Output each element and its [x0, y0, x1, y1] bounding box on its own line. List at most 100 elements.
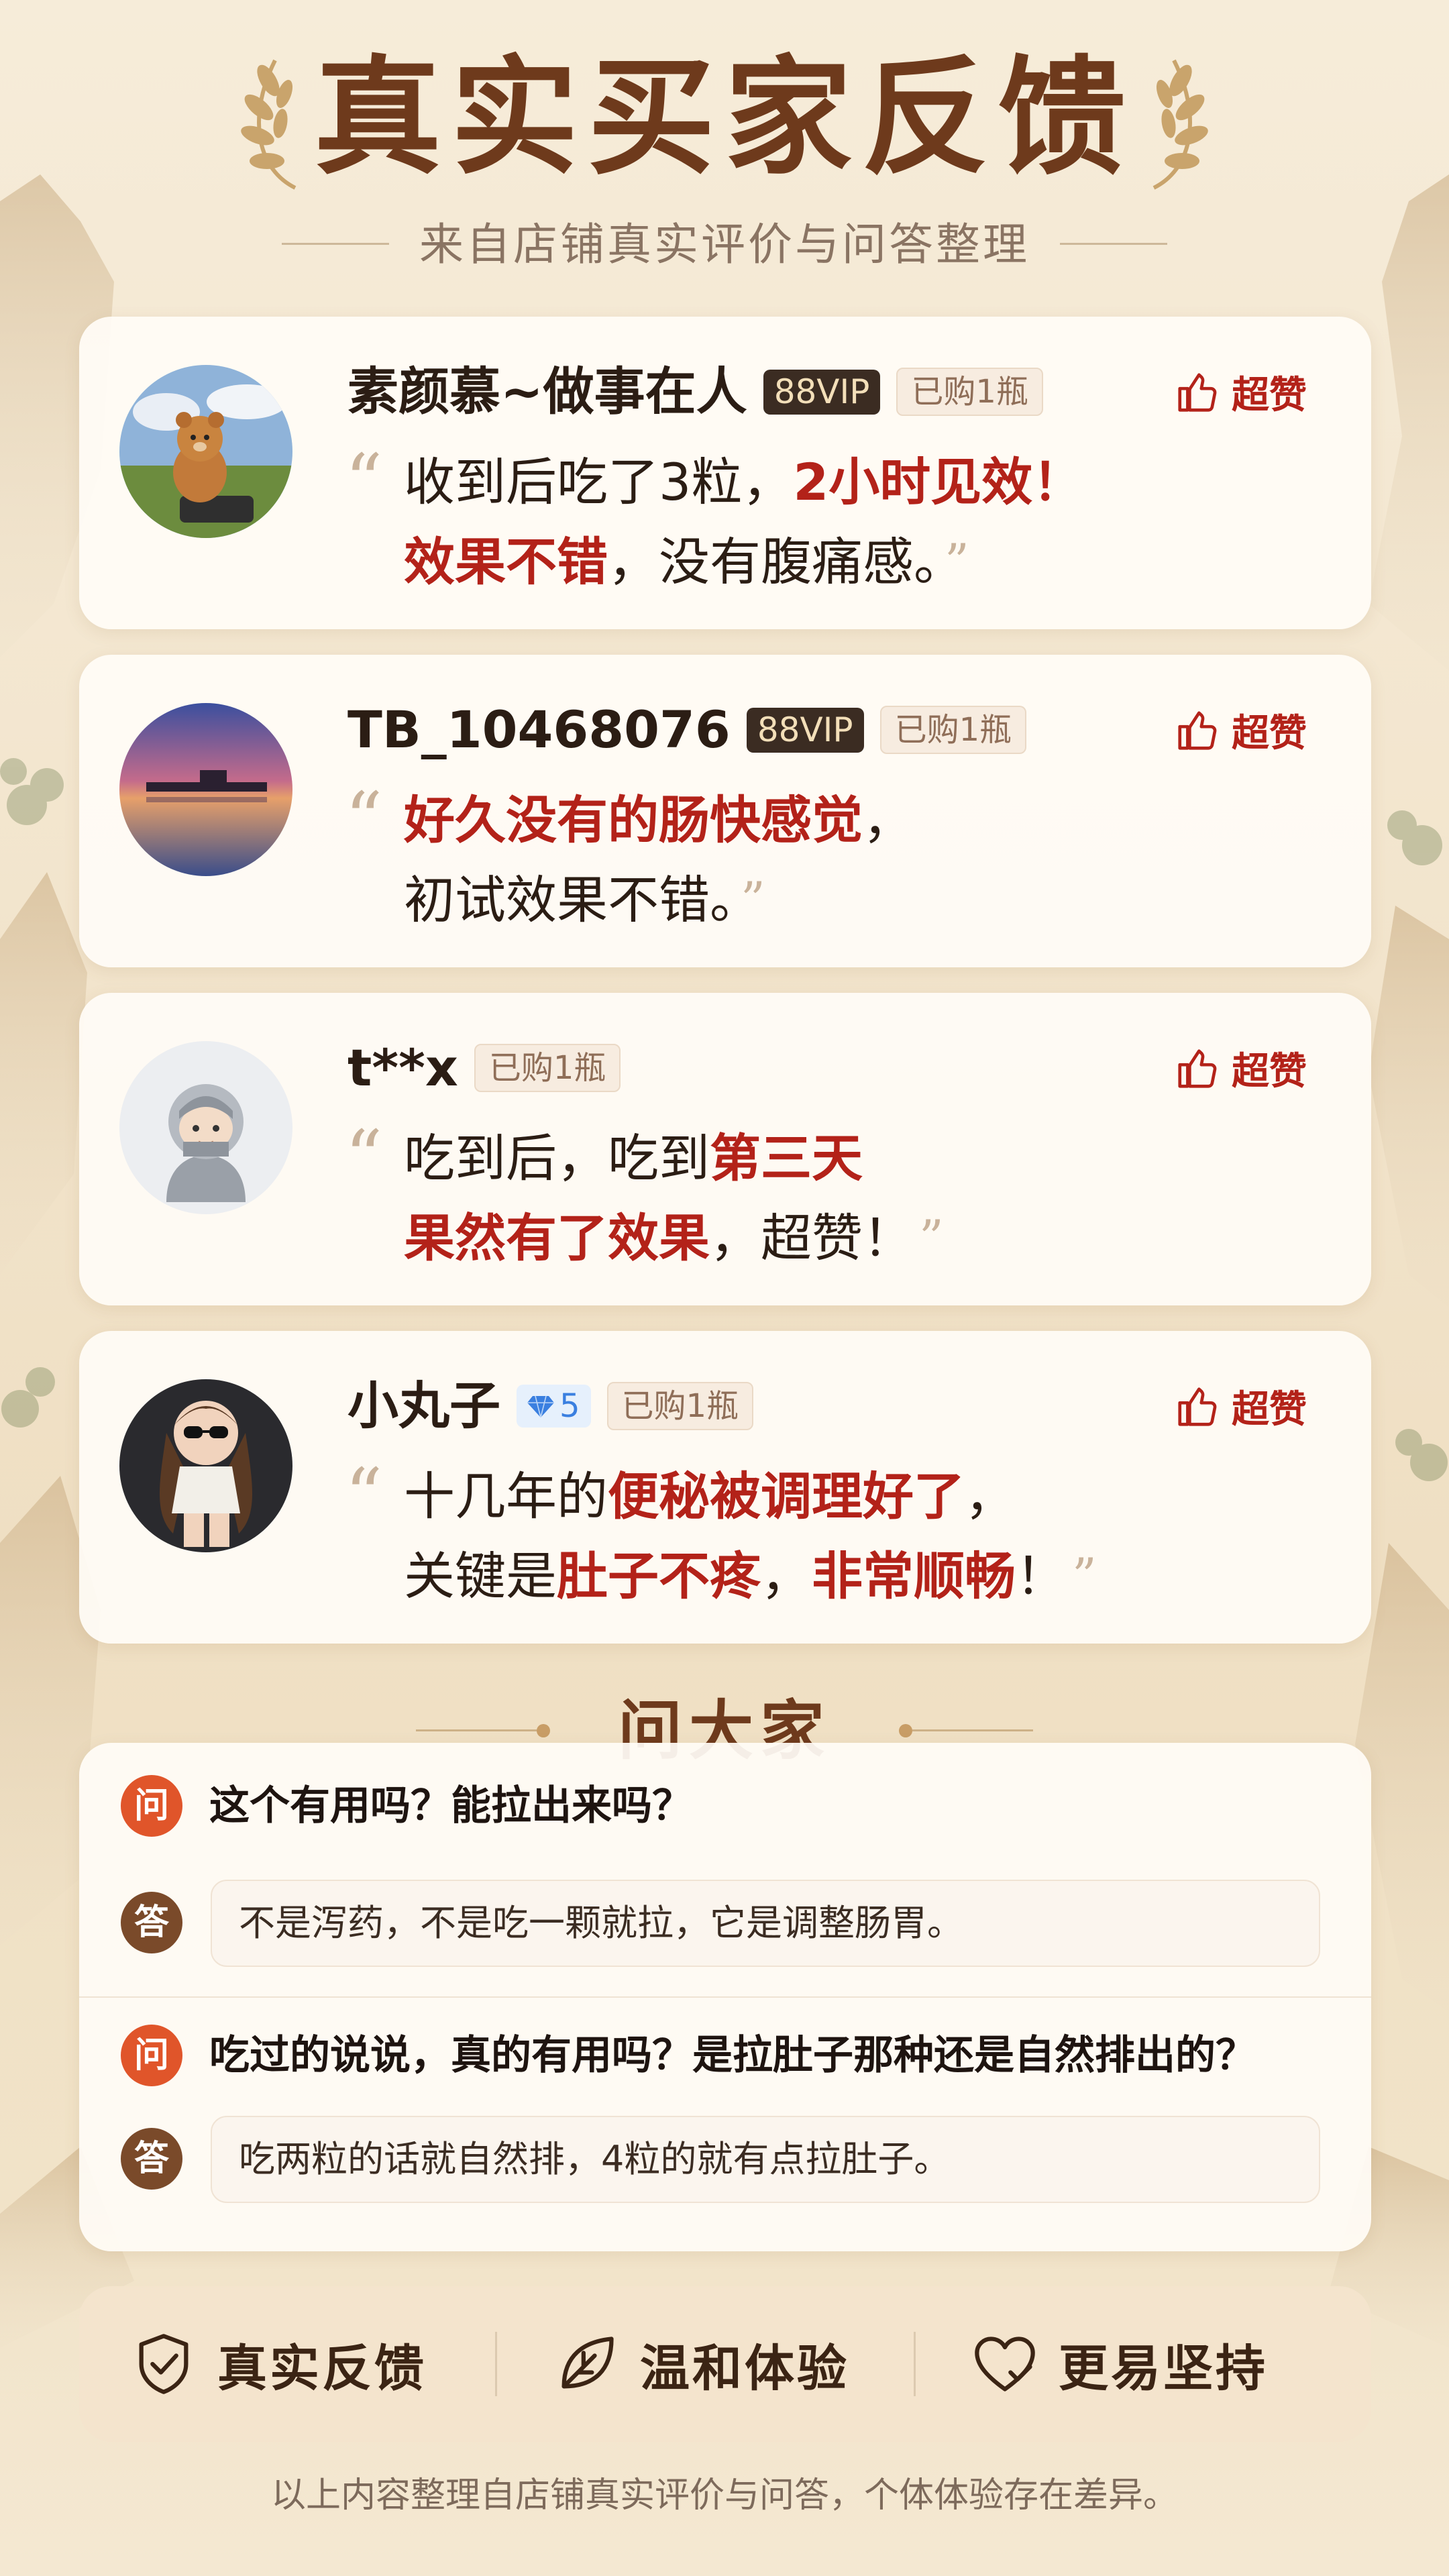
diamond-icon	[527, 1395, 554, 1417]
page-subtitle: 来自店铺真实评价与问答整理	[419, 219, 1030, 270]
username: TB_10468076	[347, 700, 731, 759]
purchase-badge: 已购1瓶	[474, 1043, 621, 1093]
user-avatar[interactable]	[119, 1379, 292, 1552]
heart-check-icon	[975, 2337, 1035, 2392]
review-card: TB_10468076 88VIP 已购1瓶 超赞 “ 好久没有的肠快感觉， 初…	[79, 655, 1371, 967]
sunset-lake-avatar-icon	[119, 703, 292, 876]
answer-text: 不是泻药，不是吃一颗就拉，它是调整肠胃。	[239, 1902, 963, 1944]
review-card: 素颜慕~做事在人 88VIP 已购1瓶 超赞 “ 收到后吃了3粒，2小时见效！ …	[79, 317, 1371, 629]
review-text-segment: 收到后吃了3粒，	[404, 452, 794, 512]
answer-badge-icon: 答	[121, 2128, 182, 2190]
leaf-icon	[561, 2337, 614, 2389]
review-text-segment: 吃到后，吃到	[404, 1128, 710, 1188]
feature-item: 更易坚持	[971, 2286, 1268, 2442]
review-text: 十几年的便秘被调理好了， 关键是肚子不疼，非常顺畅！”	[404, 1457, 1330, 1616]
user-info-row: 小丸子 5 已购1瓶	[347, 1374, 754, 1438]
purchase-badge: 已购1瓶	[896, 367, 1043, 417]
review-text-segment: ，	[965, 1466, 1016, 1526]
review-text: 好久没有的肠快感觉， 初试效果不错。”	[404, 781, 1330, 940]
review-card: 小丸子 5 已购1瓶 超赞 “ 十几年的便秘被调理好了， 关键是肚子不疼，非常顺…	[79, 1331, 1371, 1644]
answer-box: 不是泻药，不是吃一颗就拉，它是调整肠胃。	[211, 1880, 1320, 1967]
vip-badge: 88VIP	[746, 707, 864, 753]
review-text-segment: ！	[1016, 1546, 1067, 1606]
user-avatar[interactable]	[119, 703, 292, 876]
page-title: 真实买家反馈	[313, 42, 1135, 192]
review-highlight: 便秘被调理好了	[608, 1466, 965, 1526]
answer-badge-icon: 答	[121, 1892, 182, 1953]
like-label: 超赞	[1232, 1050, 1307, 1093]
qa-card: 问 这个有用吗？能拉出来吗？ 答 不是泻药，不是吃一颗就拉，它是调整肠胃。 问 …	[79, 1743, 1371, 2251]
review-text-segment: ，超赞！	[710, 1208, 914, 1268]
feature-item: 真实反馈	[130, 2286, 427, 2442]
feature-item: 温和体验	[553, 2286, 849, 2442]
thumbs-up-icon	[1178, 1387, 1217, 1426]
quote-close-icon: ”	[741, 871, 765, 928]
review-highlight: 2小时见效！	[793, 452, 1084, 512]
review-text: 吃到后，吃到第三天 果然有了效果，超赞！”	[404, 1119, 1330, 1278]
review-text-segment: ，没有腹痛感。	[608, 532, 939, 592]
like-button[interactable]: 超赞	[1174, 703, 1307, 757]
review-highlight: 效果不错	[404, 532, 608, 592]
username: 小丸子	[347, 1376, 500, 1436]
purchase-badge: 已购1瓶	[606, 1381, 754, 1431]
quote-open-icon: “	[345, 776, 383, 862]
default-user-avatar-icon	[119, 1041, 292, 1214]
review-highlight: 果然有了效果	[404, 1208, 710, 1268]
review-text-segment: ，	[761, 1546, 812, 1606]
subtitle-row: 来自店铺真实评价与问答整理	[0, 215, 1449, 275]
bear-toy-avatar-icon	[119, 365, 292, 538]
review-highlight: 肚子不疼	[557, 1546, 761, 1606]
level-badge: 5	[517, 1384, 591, 1428]
like-label: 超赞	[1232, 374, 1307, 417]
vip-badge: 88VIP	[763, 369, 881, 415]
question-badge-icon: 问	[121, 1775, 182, 1837]
thumbs-up-icon	[1178, 372, 1217, 412]
like-button[interactable]: 超赞	[1174, 1379, 1307, 1434]
quote-close-icon: ”	[945, 533, 969, 590]
user-info-row: t**x 已购1瓶	[347, 1036, 621, 1100]
shield-check-icon	[139, 2334, 189, 2394]
level-value: 5	[559, 1387, 580, 1425]
quote-open-icon: “	[345, 1452, 383, 1538]
like-button[interactable]: 超赞	[1174, 365, 1307, 419]
quote-open-icon: “	[345, 1114, 383, 1200]
user-info-row: TB_10468076 88VIP 已购1瓶	[347, 698, 1027, 762]
review-highlight: 非常顺畅	[812, 1546, 1016, 1606]
thumbs-up-icon	[1178, 1049, 1217, 1088]
quote-open-icon: “	[345, 438, 383, 524]
review-text-segment: 十几年的	[404, 1466, 608, 1526]
review-highlight: 好久没有的肠快感觉	[404, 790, 863, 850]
thumbs-up-icon	[1178, 710, 1217, 750]
like-button[interactable]: 超赞	[1174, 1041, 1307, 1095]
disclaimer-text: 以上内容整理自店铺真实评价与问答，个体体验存在差异。	[270, 2475, 1178, 2516]
feature-bar: 真实反馈 温和体验 更易坚持	[79, 2286, 1371, 2442]
user-avatar[interactable]	[119, 1041, 292, 1214]
user-avatar[interactable]	[119, 365, 292, 538]
qa-divider	[79, 1996, 1371, 1998]
user-info-row: 素颜慕~做事在人 88VIP 已购1瓶	[347, 360, 1043, 424]
review-text: 收到后吃了3粒，2小时见效！ 效果不错，没有腹痛感。”	[404, 443, 1330, 602]
review-text-segment: 关键是	[404, 1546, 557, 1606]
review-card: t**x 已购1瓶 超赞 “ 吃到后，吃到第三天 果然有了效果，超赞！”	[79, 993, 1371, 1305]
feature-separator	[914, 2332, 916, 2396]
username: t**x	[347, 1038, 458, 1097]
purchase-badge: 已购1瓶	[879, 705, 1027, 755]
review-text-segment: ，	[863, 790, 914, 850]
feature-label: 温和体验	[640, 2339, 849, 2398]
like-label: 超赞	[1232, 1388, 1307, 1432]
feature-separator	[495, 2332, 497, 2396]
quote-close-icon: ”	[919, 1210, 944, 1266]
review-text-segment: 初试效果不错。	[404, 870, 735, 930]
question-text[interactable]: 这个有用吗？能拉出来吗？	[209, 1779, 692, 1833]
like-label: 超赞	[1232, 712, 1307, 755]
question-text[interactable]: 吃过的说说，真的有用吗？是拉肚子那种还是自然排出的？	[209, 2029, 1256, 2082]
feature-label: 真实反馈	[217, 2339, 427, 2398]
review-highlight: 第三天	[710, 1128, 863, 1188]
girl-sunglasses-avatar-icon	[119, 1379, 292, 1552]
quote-close-icon: ”	[1072, 1548, 1097, 1604]
answer-text: 吃两粒的话就自然排，4粒的就有点拉肚子。	[239, 2138, 951, 2180]
question-badge-icon: 问	[121, 2025, 182, 2086]
answer-box: 吃两粒的话就自然排，4粒的就有点拉肚子。	[211, 2116, 1320, 2203]
feature-label: 更易坚持	[1059, 2339, 1268, 2398]
username: 素颜慕~做事在人	[347, 362, 747, 421]
